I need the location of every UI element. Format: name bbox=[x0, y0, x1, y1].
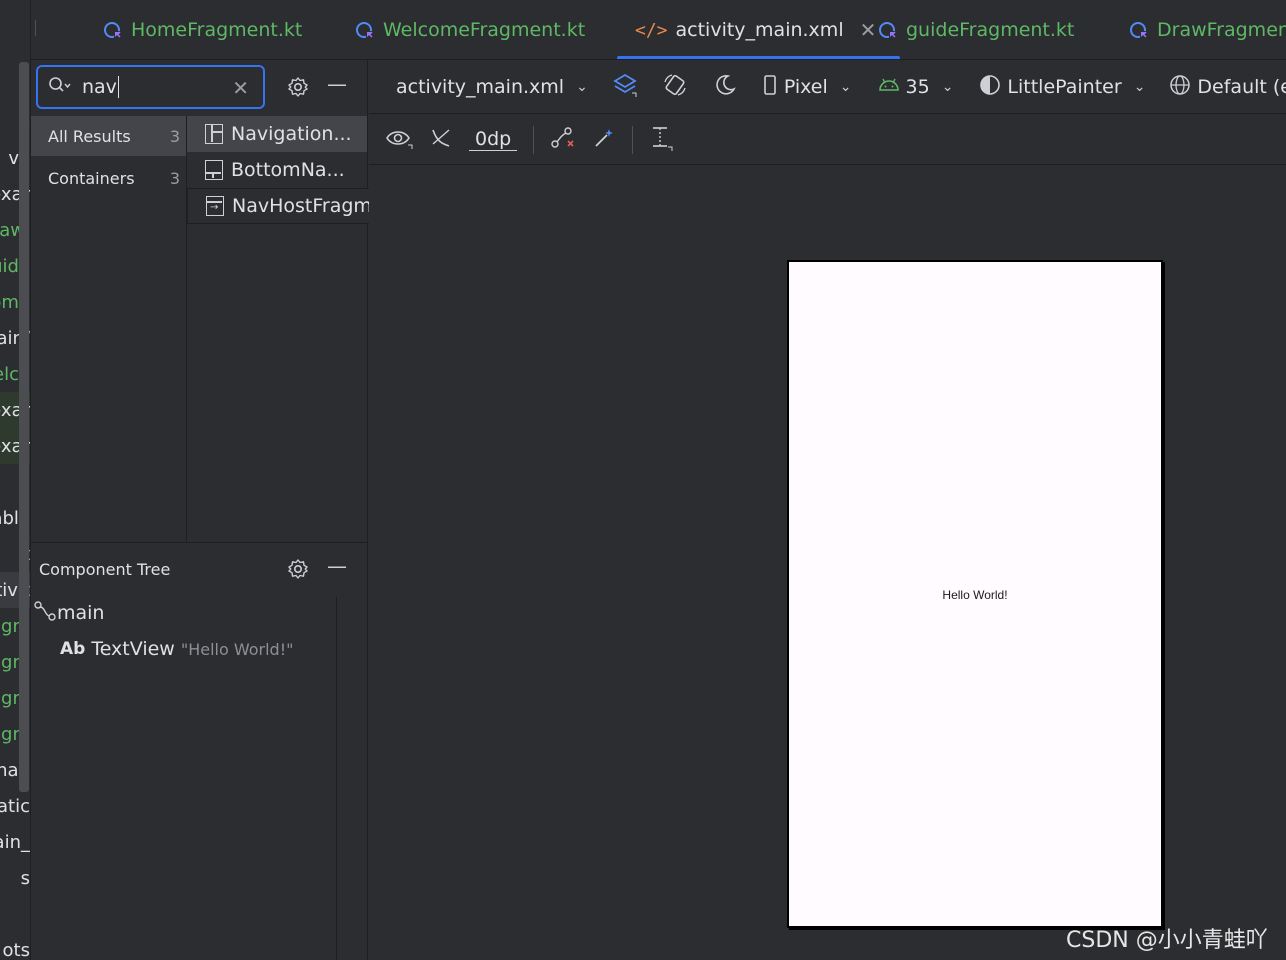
project-tree-item[interactable]: ots bbox=[3, 940, 30, 960]
device-label: Pixel bbox=[783, 76, 828, 98]
component-tree-minimize-icon[interactable]: — bbox=[327, 554, 347, 578]
palette-panel: nav ✕ — All Results 3 Containers 3 Navig… bbox=[31, 60, 407, 542]
close-tab-icon[interactable]: ✕ bbox=[860, 18, 877, 42]
toolbar-separator bbox=[533, 125, 535, 154]
file-selector-label: activity_main.xml bbox=[396, 76, 565, 98]
tab-label: activity_main.xml bbox=[675, 19, 844, 41]
category-count: 3 bbox=[169, 126, 180, 146]
text-cursor bbox=[117, 76, 119, 98]
orientation-rotate-icon[interactable] bbox=[662, 72, 688, 102]
kotlin-class-icon bbox=[103, 20, 123, 40]
category-all-results[interactable]: All Results 3 bbox=[31, 116, 186, 156]
clear-search-icon[interactable]: ✕ bbox=[232, 76, 249, 100]
default-margins-value[interactable]: 0dp bbox=[469, 128, 518, 151]
chevron-down-icon: ⌄ bbox=[941, 79, 954, 95]
design-canvas[interactable]: Hello World! bbox=[369, 166, 1286, 960]
kotlin-class-icon bbox=[878, 20, 898, 40]
bottom-navigation-icon bbox=[205, 160, 223, 180]
palette-minimize-icon[interactable]: — bbox=[327, 72, 347, 96]
component-tree-panel: Component Tree — main Ab TextView "Hello… bbox=[31, 542, 368, 960]
tab-label: guideFragment.kt bbox=[906, 19, 1075, 41]
toolbar-separator bbox=[632, 125, 634, 154]
nav-host-fragment-icon: → bbox=[206, 196, 224, 216]
theme-label: LittlePainter bbox=[1007, 76, 1122, 98]
locale-label: Default (en-us) bbox=[1197, 76, 1286, 98]
tab-home-fragment[interactable]: HomeFragment.kt bbox=[103, 0, 303, 59]
view-options-eye-icon[interactable] bbox=[385, 127, 413, 153]
globe-icon bbox=[1169, 74, 1191, 101]
xml-code-icon: </> bbox=[635, 19, 668, 41]
textview-ab-icon: Ab bbox=[60, 639, 86, 659]
palette-category-list: All Results 3 Containers 3 bbox=[31, 116, 187, 542]
tree-node-label: TextView bbox=[91, 638, 175, 660]
tab-guide-fragment[interactable]: guideFragment.kt bbox=[878, 0, 1075, 59]
active-tab-indicator bbox=[617, 56, 901, 59]
category-count: 3 bbox=[169, 168, 180, 188]
palette-settings-gear-icon[interactable] bbox=[287, 76, 309, 103]
device-dropdown[interactable]: Pixel ⌄ bbox=[762, 74, 852, 101]
constraint-layout-icon bbox=[33, 600, 57, 627]
guidelines-icon[interactable] bbox=[649, 125, 673, 155]
result-label: BottomNa... bbox=[231, 159, 345, 181]
android-icon bbox=[878, 76, 900, 99]
file-selector-dropdown[interactable]: activity_main.xml ⌄ bbox=[396, 76, 588, 98]
component-tree-settings-gear-icon[interactable] bbox=[287, 558, 309, 585]
project-tree-item[interactable]: s bbox=[21, 868, 30, 890]
tab-label: HomeFragment.kt bbox=[131, 19, 303, 41]
result-label: Navigation... bbox=[231, 123, 352, 145]
tab-welcome-fragment[interactable]: WelcomeFragment.kt bbox=[355, 0, 586, 59]
api-level-dropdown[interactable]: 35 ⌄ bbox=[878, 76, 954, 99]
tab-label: DrawFragment bbox=[1157, 19, 1286, 41]
chevron-down-icon: ⌄ bbox=[576, 79, 588, 95]
tree-node-textview[interactable]: Ab TextView "Hello World!" bbox=[31, 631, 367, 667]
theme-half-circle-icon bbox=[979, 74, 1001, 101]
phone-icon bbox=[762, 74, 778, 101]
tab-activity-main[interactable]: </> activity_main.xml ✕ bbox=[617, 0, 901, 59]
project-tree-scrollbar[interactable] bbox=[19, 62, 29, 792]
infer-constraints-wand-icon[interactable] bbox=[592, 126, 616, 154]
component-tree-title: Component Tree bbox=[39, 559, 171, 579]
editor-tab-bar: HomeFragment.kt WelcomeFragment.kt </> a… bbox=[31, 0, 1286, 60]
design-toolbar: activity_main.xml ⌄ Pixel ⌄ 35 ⌄ LittleP… bbox=[369, 61, 1286, 114]
kotlin-class-icon bbox=[355, 20, 375, 40]
category-containers[interactable]: Containers 3 bbox=[31, 158, 186, 198]
kotlin-class-icon bbox=[1129, 20, 1149, 40]
night-mode-moon-icon[interactable] bbox=[712, 72, 738, 102]
project-tree-strip: s va exar rawl uide ome ain/ elco exar e… bbox=[0, 0, 31, 960]
tree-node-text-value: "Hello World!" bbox=[180, 639, 294, 659]
navigation-view-icon bbox=[205, 124, 223, 144]
category-label: All Results bbox=[48, 126, 131, 146]
result-navigation-view[interactable]: Navigation... bbox=[187, 116, 367, 152]
chevron-down-icon: ⌄ bbox=[1133, 79, 1146, 95]
device-preview[interactable]: Hello World! bbox=[787, 260, 1163, 928]
tab-separator bbox=[35, 20, 36, 36]
locale-dropdown[interactable]: Default (en-us) bbox=[1169, 74, 1286, 101]
design-surface-layers-icon[interactable] bbox=[612, 72, 638, 102]
clear-constraints-icon[interactable] bbox=[550, 126, 576, 154]
chevron-down-icon: ⌄ bbox=[839, 79, 852, 95]
panel-divider bbox=[336, 597, 337, 960]
search-input-value[interactable]: nav bbox=[82, 76, 117, 98]
tab-label: WelcomeFragment.kt bbox=[383, 19, 586, 41]
project-tree-item[interactable]: ain_ bbox=[0, 832, 30, 854]
tree-node-main[interactable]: main bbox=[31, 595, 367, 631]
layout-editor-toolbar: 0dp bbox=[369, 115, 1286, 165]
tab-draw-fragment[interactable]: DrawFragment bbox=[1129, 0, 1286, 59]
theme-dropdown[interactable]: LittlePainter ⌄ bbox=[979, 74, 1145, 101]
search-icon bbox=[48, 76, 72, 98]
palette-search-field[interactable]: nav ✕ bbox=[36, 65, 265, 109]
watermark-text: CSDN @小小青蛙吖 bbox=[1066, 928, 1268, 953]
hello-world-textview[interactable]: Hello World! bbox=[789, 588, 1161, 602]
component-tree-header: Component Tree bbox=[31, 543, 367, 595]
autoconnect-off-icon[interactable] bbox=[429, 126, 453, 154]
project-tree-item[interactable]: atic bbox=[0, 796, 30, 818]
api-level-label: 35 bbox=[905, 76, 930, 98]
tree-node-label: main bbox=[57, 602, 105, 624]
category-label: Containers bbox=[48, 168, 135, 188]
